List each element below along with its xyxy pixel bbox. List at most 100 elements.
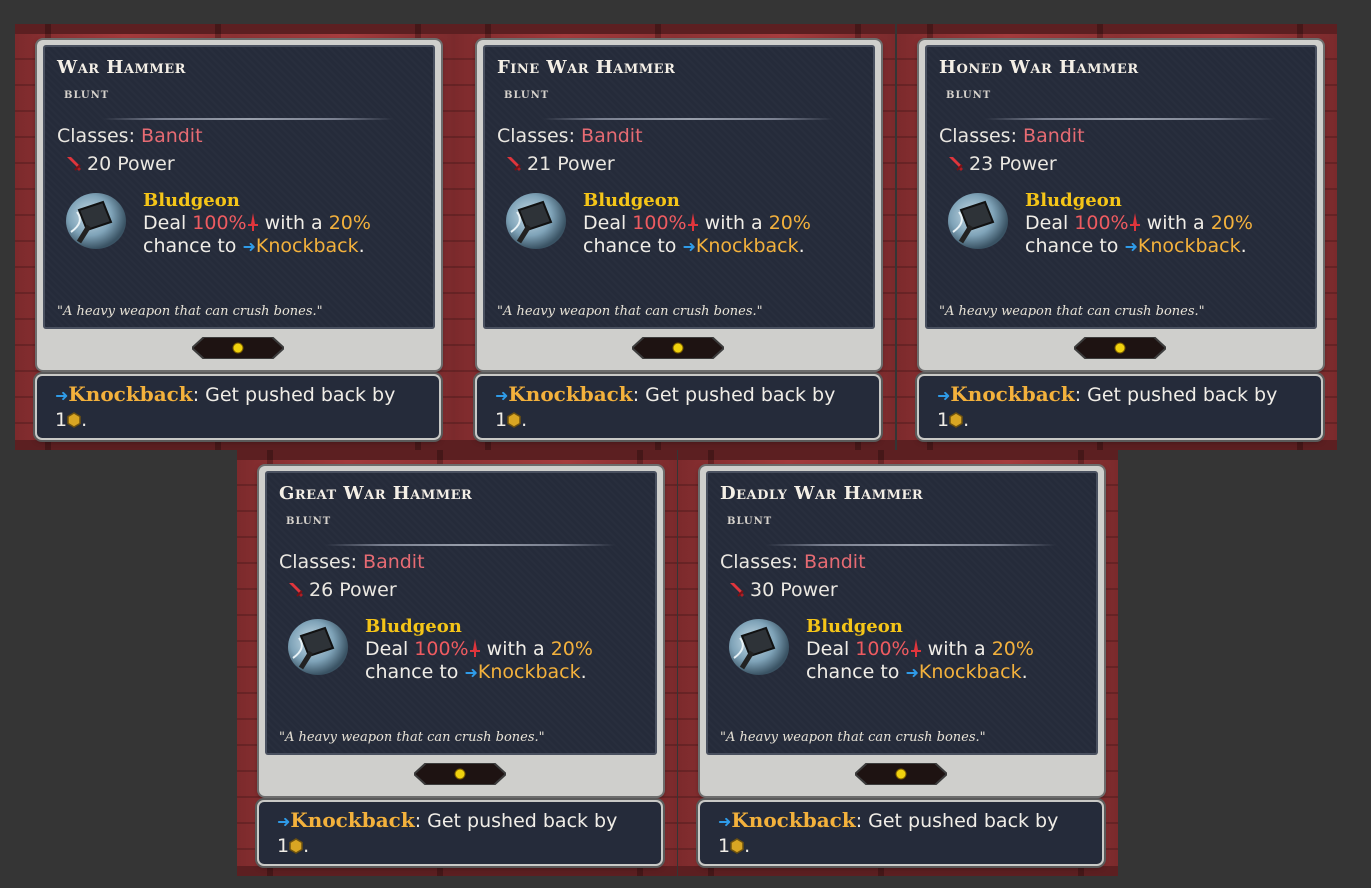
- item-tooltip-panel: War Hammer blunt Classes: Bandit 20 Powe…: [15, 24, 455, 450]
- tile-count: 1: [495, 409, 508, 431]
- item-card-frame: Fine War Hammer blunt Classes: Bandit 21…: [477, 40, 881, 370]
- item-tooltip-panel: Great War Hammer blunt Classes: Bandit 2…: [237, 450, 677, 876]
- item-name: Honed War Hammer: [939, 57, 1139, 78]
- keyword-tooltip-text: ➜Knockback: Get pushed back by 1.: [495, 382, 836, 431]
- flavor-text: "A heavy weapon that can crush bones.": [57, 304, 323, 319]
- classes-value[interactable]: Bandit: [804, 551, 866, 573]
- keyword-name: Knockback: [508, 382, 633, 406]
- item-card-frame: Deadly War Hammer blunt Classes: Bandit …: [700, 466, 1104, 796]
- desc-text: Deal: [806, 638, 850, 660]
- blue-arrow-icon: ➜: [937, 386, 951, 405]
- item-power: 20 Power: [65, 153, 175, 175]
- keyword-tooltip: ➜Knockback: Get pushed back by 1.: [37, 376, 439, 438]
- desc-text: with a: [704, 212, 763, 234]
- skill-name: Bludgeon: [806, 616, 903, 637]
- classes-label: Classes:: [279, 551, 357, 573]
- effect-keyword[interactable]: Knockback: [256, 235, 359, 257]
- item-type: blunt: [64, 86, 110, 102]
- item-card: Honed War Hammer blunt Classes: Bandit 2…: [925, 45, 1317, 329]
- effect-keyword[interactable]: Knockback: [478, 661, 581, 683]
- desc-text: chance to: [365, 661, 459, 683]
- item-power: 23 Power: [947, 153, 1057, 175]
- red-dagger-icon: [910, 639, 921, 657]
- classes-value[interactable]: Bandit: [363, 551, 425, 573]
- classes-value[interactable]: Bandit: [1023, 125, 1085, 147]
- hex-tile-icon: [67, 412, 81, 428]
- desc-text: with a: [486, 638, 545, 660]
- hammer-skill-icon[interactable]: [65, 192, 127, 250]
- keyword-desc: : Get pushed back by: [632, 384, 836, 406]
- power-value: 26 Power: [309, 579, 397, 601]
- chance-percent: 20%: [328, 212, 371, 234]
- tile-count: 1: [55, 409, 68, 431]
- classes-label: Classes:: [939, 125, 1017, 147]
- effect-keyword[interactable]: Knockback: [1138, 235, 1241, 257]
- damage-percent: 100%: [414, 638, 469, 660]
- item-card-frame: War Hammer blunt Classes: Bandit 20 Powe…: [37, 40, 441, 370]
- red-sword-icon: [949, 157, 963, 171]
- tile-count: 1: [277, 835, 290, 857]
- power-value: 23 Power: [969, 153, 1057, 175]
- skill-name: Bludgeon: [365, 616, 462, 637]
- item-type: blunt: [504, 86, 550, 102]
- hammer-skill-icon[interactable]: [728, 618, 790, 676]
- skill-description: Deal 100% with a 20% chance to ➜Knockbac…: [365, 638, 593, 683]
- item-power: 30 Power: [728, 579, 838, 601]
- item-type: blunt: [727, 512, 773, 528]
- wood-rail: [237, 866, 677, 876]
- item-classes: Classes: Bandit: [939, 125, 1085, 147]
- classes-label: Classes:: [720, 551, 798, 573]
- blue-arrow-icon: ➜: [55, 386, 69, 405]
- keyword-tooltip: ➜Knockback: Get pushed back by 1.: [919, 376, 1321, 438]
- keyword-name: Knockback: [68, 382, 193, 406]
- red-sword-icon: [730, 583, 744, 597]
- keyword-desc: : Get pushed back by: [1074, 384, 1278, 406]
- desc-text: Deal: [365, 638, 409, 660]
- desc-text: with a: [1146, 212, 1205, 234]
- desc-text: with a: [264, 212, 323, 234]
- desc-text: chance to: [1025, 235, 1119, 257]
- chance-percent: 20%: [991, 638, 1034, 660]
- item-tooltip-panel: Fine War Hammer blunt Classes: Bandit 21…: [455, 24, 895, 450]
- effect-keyword[interactable]: Knockback: [919, 661, 1022, 683]
- wood-rail: [15, 24, 455, 34]
- hex-tile-icon: [507, 412, 521, 428]
- desc-text: chance to: [806, 661, 900, 683]
- damage-percent: 100%: [632, 212, 687, 234]
- red-sword-icon: [289, 583, 303, 597]
- skill-description: Deal 100% with a 20% chance to ➜Knockbac…: [143, 212, 371, 257]
- blue-arrow-icon: ➜: [905, 663, 919, 682]
- divider: [543, 118, 833, 120]
- item-classes: Classes: Bandit: [57, 125, 203, 147]
- item-card: War Hammer blunt Classes: Bandit 20 Powe…: [43, 45, 435, 329]
- wood-rail: [678, 866, 1118, 876]
- skill-name: Bludgeon: [583, 190, 680, 211]
- damage-percent: 100%: [192, 212, 247, 234]
- effect-keyword[interactable]: Knockback: [696, 235, 799, 257]
- keyword-name: Knockback: [731, 808, 856, 832]
- desc-text: Deal: [583, 212, 627, 234]
- chance-percent: 20%: [768, 212, 811, 234]
- chance-percent: 20%: [550, 638, 593, 660]
- flavor-text: "A heavy weapon that can crush bones.": [497, 304, 763, 319]
- gem-slot: [192, 337, 284, 359]
- blue-arrow-icon: ➜: [718, 812, 732, 831]
- hammer-skill-icon[interactable]: [287, 618, 349, 676]
- wood-rail: [897, 24, 1337, 34]
- wood-rail: [455, 440, 895, 450]
- item-name: War Hammer: [57, 57, 186, 78]
- red-dagger-icon: [247, 213, 258, 231]
- keyword-desc: : Get pushed back by: [855, 810, 1059, 832]
- hammer-skill-icon[interactable]: [947, 192, 1009, 250]
- classes-value[interactable]: Bandit: [141, 125, 203, 147]
- classes-value[interactable]: Bandit: [581, 125, 643, 147]
- blue-arrow-icon: ➜: [495, 386, 509, 405]
- wood-rail: [678, 450, 1118, 460]
- item-power: 26 Power: [287, 579, 397, 601]
- item-power: 21 Power: [505, 153, 615, 175]
- item-card: Deadly War Hammer blunt Classes: Bandit …: [706, 471, 1098, 755]
- divider: [985, 118, 1275, 120]
- hammer-skill-icon[interactable]: [505, 192, 567, 250]
- red-sword-icon: [67, 157, 81, 171]
- divider: [103, 118, 393, 120]
